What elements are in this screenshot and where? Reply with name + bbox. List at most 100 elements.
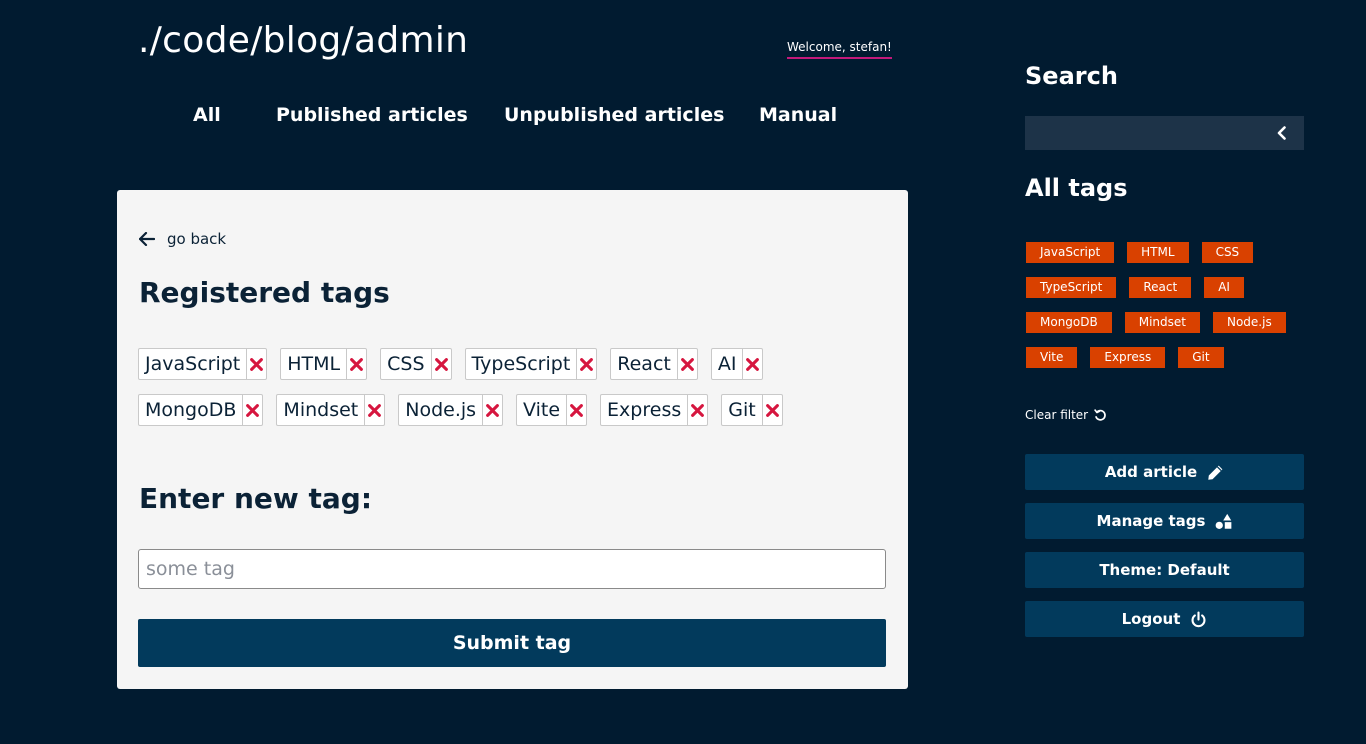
clear-filter-label: Clear filter	[1025, 408, 1089, 422]
filter-tag[interactable]: Git	[1178, 347, 1224, 368]
registered-tag: AI	[710, 348, 764, 380]
remove-tag-button[interactable]	[430, 349, 451, 379]
site-title: ./code/blog/admin	[138, 20, 469, 61]
all-tags-heading: All tags	[1025, 174, 1128, 202]
registered-tag-label: TypeScript	[471, 353, 571, 375]
registered-tag: TypeScript	[464, 348, 598, 380]
filter-tag[interactable]: CSS	[1201, 242, 1254, 263]
registered-tag: Express	[600, 394, 709, 426]
registered-tag-label: MongoDB	[145, 399, 237, 421]
undo-icon	[1094, 408, 1106, 421]
sidebar: Search All tags JavaScript HTML CSS TypeScr…	[1025, 0, 1305, 744]
remove-tag-button[interactable]	[676, 349, 697, 379]
registered-tag: MongoDB	[138, 394, 264, 426]
close-icon	[250, 357, 264, 371]
close-icon	[350, 357, 364, 371]
remove-tag-button[interactable]	[566, 395, 586, 425]
close-icon	[580, 357, 594, 371]
registered-tag-label: JavaScript	[145, 353, 241, 375]
remove-tag-button[interactable]	[242, 395, 262, 425]
filter-tag[interactable]: AI	[1204, 277, 1244, 298]
nav-published-articles[interactable]: Published articles	[276, 104, 468, 126]
registered-tag-label: HTML	[287, 353, 341, 375]
registered-tag-label: Vite	[523, 399, 561, 421]
remove-tag-button[interactable]	[761, 395, 782, 425]
add-article-button[interactable]: Add article	[1025, 454, 1304, 490]
manage-tags-button[interactable]: Manage tags	[1025, 503, 1304, 539]
logout-button[interactable]: Logout	[1025, 601, 1304, 637]
registered-tag-label: AI	[717, 353, 737, 375]
registered-tag: HTML	[280, 348, 368, 380]
go-back-link[interactable]: go back	[139, 230, 226, 248]
close-icon	[246, 403, 260, 417]
close-icon	[434, 357, 448, 371]
registered-tags-heading: Registered tags	[139, 276, 390, 309]
arrow-left-icon	[139, 232, 155, 246]
pencil-icon	[1208, 465, 1223, 480]
nav-all[interactable]: All	[193, 104, 221, 126]
add-article-label: Add article	[1104, 463, 1198, 481]
registered-tag-label: Node.js	[405, 399, 477, 421]
close-icon	[680, 357, 694, 371]
close-icon	[570, 403, 583, 417]
registered-tag-label: Mindset	[283, 399, 359, 421]
close-icon	[486, 403, 499, 417]
manage-tags-label: Manage tags	[1096, 512, 1206, 530]
filter-tag-row: JavaScript HTML CSS	[1026, 242, 1305, 263]
remove-tag-button[interactable]	[346, 349, 366, 379]
registered-tag: CSS	[380, 348, 452, 380]
search-input[interactable]	[1025, 116, 1265, 150]
close-icon	[746, 357, 760, 371]
close-icon	[691, 403, 705, 417]
registered-tag: React	[610, 348, 698, 380]
remove-tag-button[interactable]	[576, 349, 596, 379]
chevron-left-icon[interactable]	[1274, 125, 1290, 141]
filter-tag[interactable]: HTML	[1127, 242, 1189, 263]
filter-tag-row: MongoDB Mindset Node.js	[1026, 312, 1305, 333]
nav-unpublished-articles[interactable]: Unpublished articles	[504, 104, 724, 126]
go-back-label: go back	[167, 230, 227, 248]
manage-tags-card: go back Registered tags JavaScript HTML CS…	[117, 190, 908, 689]
registered-tag: Vite	[516, 394, 588, 426]
registered-tag-label: React	[617, 353, 671, 375]
filter-tag[interactable]: JavaScript	[1026, 242, 1115, 263]
submit-tag-button[interactable]: Submit tag	[138, 619, 886, 667]
filter-tag[interactable]: MongoDB	[1026, 312, 1112, 333]
registered-tag: JavaScript	[138, 348, 268, 380]
theme-button[interactable]: Theme: Default	[1025, 552, 1304, 588]
filter-tag-row: Vite Express Git	[1026, 347, 1305, 368]
shapes-icon	[1216, 513, 1232, 529]
nav-manual[interactable]: Manual	[759, 104, 837, 126]
filter-tag[interactable]: TypeScript	[1026, 277, 1117, 298]
registered-tag-label: CSS	[387, 353, 425, 375]
registered-tag: Node.js	[398, 394, 504, 426]
registered-tag-label: Git	[728, 399, 756, 421]
remove-tag-button[interactable]	[687, 395, 707, 425]
close-icon	[765, 403, 779, 417]
filter-tag[interactable]: React	[1129, 277, 1192, 298]
filter-tag-cloud: JavaScript HTML CSS TypeScript React AI MongoD…	[1026, 242, 1305, 382]
enter-new-tag-heading: Enter new tag:	[139, 482, 373, 515]
registered-tag: Mindset	[276, 394, 386, 426]
filter-tag-row: TypeScript React AI	[1026, 277, 1305, 298]
search-bar	[1025, 116, 1304, 150]
remove-tag-button[interactable]	[742, 349, 762, 379]
power-icon	[1191, 611, 1206, 627]
new-tag-input[interactable]	[138, 549, 886, 589]
main-nav: All Published articles Unpublished artic…	[0, 104, 1000, 132]
filter-tag[interactable]: Express	[1090, 347, 1166, 368]
remove-tag-button[interactable]	[246, 349, 266, 379]
registered-tag-label: Express	[607, 399, 682, 421]
welcome-link[interactable]: Welcome, stefan!	[787, 40, 892, 59]
remove-tag-button[interactable]	[482, 395, 502, 425]
registered-tag: Git	[721, 394, 783, 426]
filter-tag[interactable]: Vite	[1026, 347, 1078, 368]
filter-tag[interactable]: Node.js	[1212, 312, 1286, 333]
close-icon	[368, 403, 382, 417]
filter-tag[interactable]: Mindset	[1124, 312, 1200, 333]
logout-label: Logout	[1121, 610, 1181, 628]
remove-tag-button[interactable]	[364, 395, 384, 425]
clear-filter-link[interactable]: Clear filter	[1025, 408, 1107, 422]
search-heading: Search	[1025, 62, 1118, 90]
registered-tag-list: JavaScript HTML CSS TypeScript React AI MongoD…	[138, 348, 838, 426]
